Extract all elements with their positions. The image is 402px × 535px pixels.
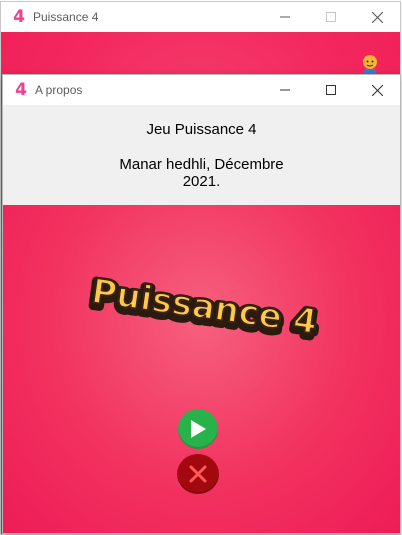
four-logo-icon: 4 — [15, 80, 27, 100]
window-title: A propos — [35, 83, 83, 97]
maximize-icon — [326, 85, 336, 95]
about-titlebar[interactable]: 4 A propos — [3, 75, 400, 105]
minimize-icon — [280, 16, 290, 18]
four-logo-icon: 4 — [13, 7, 25, 27]
close-icon — [371, 11, 383, 23]
desktop: 4 Puissance 4 4 A propos Jeu Puissance 4… — [0, 0, 402, 535]
minimize-button[interactable] — [262, 75, 308, 105]
puissance4-titlebar[interactable]: 4 Puissance 4 — [1, 2, 400, 32]
close-icon — [371, 84, 383, 96]
game-name-label: Jeu Puissance 4 — [146, 121, 257, 138]
minimize-button[interactable] — [262, 2, 308, 32]
puissance4-logo: Puissance 4 Puissance 4 — [84, 275, 323, 345]
play-icon — [191, 420, 206, 438]
close-button[interactable] — [354, 2, 400, 32]
window-controls — [262, 75, 400, 105]
close-x-icon — [189, 465, 207, 483]
close-button[interactable] — [354, 75, 400, 105]
about-game-area: Puissance 4 Puissance 4 — [3, 205, 400, 533]
author-date-label: Manar hedhli, Décembre 2021. — [119, 156, 284, 190]
play-button[interactable] — [178, 409, 218, 449]
window-controls — [262, 2, 400, 32]
maximize-icon — [326, 12, 336, 22]
player-avatar-icon[interactable] — [361, 53, 379, 75]
quit-button[interactable] — [177, 454, 219, 494]
logo-text: Puissance 4 — [89, 275, 319, 343]
minimize-icon — [280, 89, 290, 91]
about-window: 4 A propos Jeu Puissance 4 Manar hedhli,… — [2, 74, 401, 534]
maximize-button[interactable] — [308, 75, 354, 105]
maximize-button[interactable] — [308, 2, 354, 32]
window-title: Puissance 4 — [33, 10, 99, 24]
about-info-panel: Jeu Puissance 4 Manar hedhli, Décembre 2… — [3, 105, 400, 205]
